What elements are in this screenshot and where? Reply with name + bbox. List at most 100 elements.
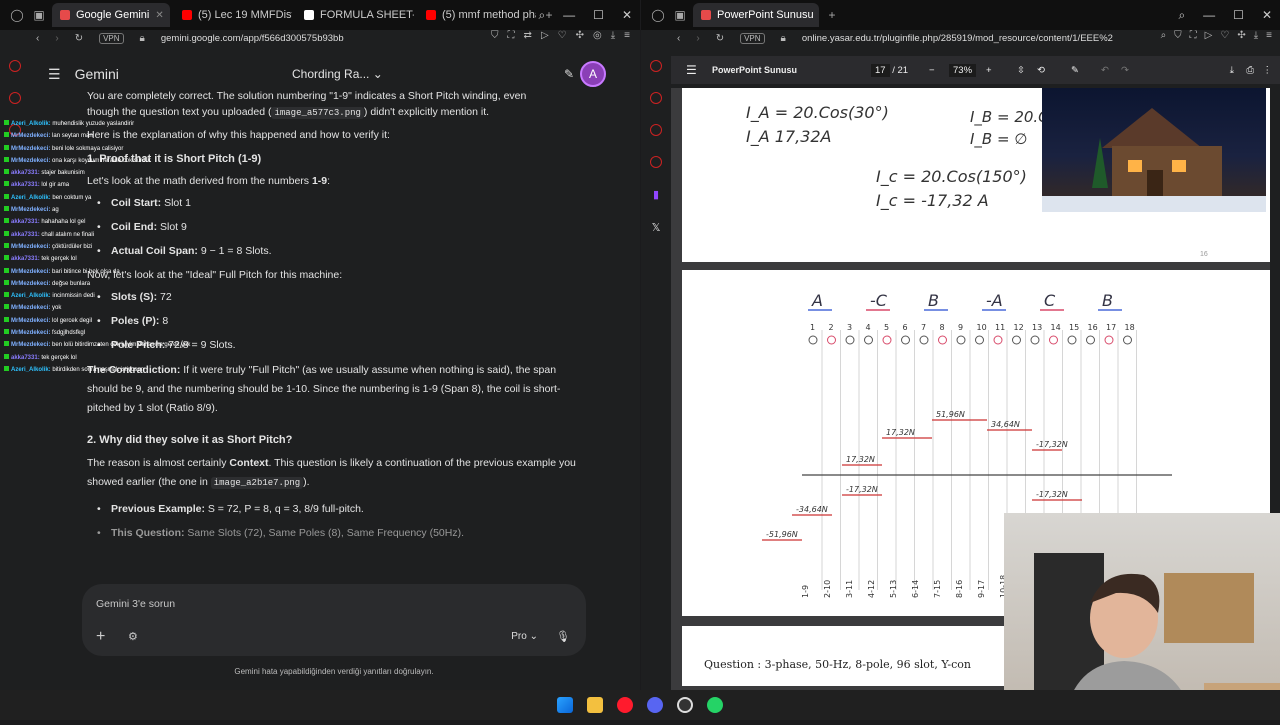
right-toolbar-icons: ⌕ ⛉ ⛶ ▷ ♡ ✣ ⤓ ≡: [1161, 30, 1272, 41]
hamburger-menu-icon[interactable]: ☰: [48, 66, 61, 83]
tab-youtube-lec19[interactable]: (5) Lec 19 MMFDistrib: [174, 3, 292, 27]
list-item: Coil End: Slot 9: [87, 219, 587, 235]
sidebar-shop-icon[interactable]: [650, 92, 662, 104]
question-text: Question : 3-phase, 50-Hz, 8-pole, 96 sl…: [704, 658, 971, 671]
add-attachment-icon[interactable]: +: [96, 628, 105, 646]
reload-icon[interactable]: ↻: [716, 33, 724, 44]
back-icon[interactable]: ‹: [36, 33, 39, 44]
mmf-value-label: -51,96N: [766, 530, 798, 539]
opera-taskbar-icon[interactable]: [617, 697, 633, 713]
menu-icon[interactable]: ≡: [1266, 30, 1272, 41]
zoom-out-icon[interactable]: −: [929, 65, 935, 76]
chat-text: ona karşı koydum heralde cok sürdür: [50, 157, 151, 164]
opera-logo-icon[interactable]: ◯: [8, 6, 26, 24]
extensions-icon[interactable]: ✣: [576, 30, 584, 41]
redo-icon[interactable]: ↷: [1121, 65, 1129, 76]
undo-icon[interactable]: ↶: [1101, 65, 1109, 76]
address-field[interactable]: online.yasar.edu.tr/pluginfile.php/28591…: [802, 33, 1113, 44]
annotate-icon[interactable]: ✎: [1071, 65, 1079, 76]
close-tab-icon[interactable]: ✕: [155, 10, 163, 21]
minimize-icon[interactable]: —: [563, 8, 575, 23]
conversation-title-dropdown[interactable]: Chording Ra... ⌄: [292, 67, 383, 81]
sidebar-messenger-icon[interactable]: [650, 60, 662, 72]
download-icon[interactable]: ⤓: [1254, 30, 1258, 41]
print-icon[interactable]: ⎙: [1246, 65, 1254, 76]
play-icon[interactable]: ▷: [1205, 30, 1213, 41]
sidebar-x-icon[interactable]: 𝕏: [652, 221, 661, 234]
tab-youtube-mmf[interactable]: (5) mmf method phas: [418, 3, 536, 27]
new-tab-icon[interactable]: +: [823, 6, 841, 24]
slot-conductor: [1104, 335, 1114, 345]
picture-in-picture-video[interactable]: [1042, 88, 1266, 212]
maximize-icon[interactable]: ☐: [1233, 8, 1244, 23]
fit-page-icon[interactable]: ⇳: [1017, 65, 1025, 76]
screenshot-icon[interactable]: ⛶: [1190, 30, 1197, 41]
gemini-browser-window: ◯ ▣ Google Gemini ✕ (5) Lec 19 MMFDistri…: [0, 0, 640, 690]
right-address-row: ‹ › ↻ VPN 🔒︎ online.yasar.edu.tr/pluginf…: [641, 30, 1280, 46]
chat-text: hahahaha lol gel: [39, 219, 86, 226]
more-options-icon[interactable]: ⋮: [1263, 65, 1273, 76]
rotate-icon[interactable]: ⟲: [1037, 65, 1045, 76]
forward-icon[interactable]: ›: [55, 33, 58, 44]
back-icon[interactable]: ‹: [677, 33, 680, 44]
sidebar-whatsapp-icon[interactable]: [650, 124, 662, 136]
download-icon[interactable]: ⤓: [611, 30, 615, 41]
bookmark-icon[interactable]: ⛉: [491, 30, 499, 41]
reload-icon[interactable]: ↻: [75, 33, 83, 44]
avatar[interactable]: A: [580, 61, 606, 87]
whatsapp-icon[interactable]: [707, 697, 723, 713]
response-text: ).: [303, 476, 310, 488]
bookmark-icon[interactable]: ⛉: [1174, 30, 1182, 41]
microphone-icon[interactable]: 🎙︎: [556, 630, 570, 643]
heart-icon[interactable]: ♡: [558, 30, 567, 41]
tab-google-gemini[interactable]: Google Gemini ✕: [52, 3, 170, 27]
screenshot-icon[interactable]: ⛶: [508, 30, 515, 41]
sidebar-shop-icon[interactable]: [9, 92, 21, 104]
windows-start-icon[interactable]: [557, 697, 573, 713]
workspaces-icon[interactable]: ▣: [30, 6, 48, 24]
workspaces-icon[interactable]: ▣: [671, 6, 689, 24]
zoom-level[interactable]: 73%: [949, 63, 977, 77]
profile-icon[interactable]: ◎: [593, 30, 602, 41]
download-pdf-icon[interactable]: ⤓: [1230, 65, 1234, 76]
translate-icon[interactable]: ⇄: [524, 30, 532, 41]
search-tabs-icon[interactable]: ⌕: [538, 8, 545, 23]
edit-chat-icon[interactable]: ✎: [564, 67, 574, 81]
heart-icon[interactable]: ♡: [1220, 30, 1229, 41]
play-icon[interactable]: ▷: [541, 30, 549, 41]
vpn-badge[interactable]: VPN: [99, 32, 124, 44]
prompt-input[interactable]: Gemini 3'e sorun: [96, 598, 175, 610]
discord-icon[interactable]: [647, 697, 663, 713]
sidebar-messenger-icon[interactable]: [9, 60, 21, 72]
minimize-icon[interactable]: —: [1203, 8, 1215, 23]
zoom-icon[interactable]: ⌕: [1161, 30, 1167, 41]
sidebar-twitch-icon[interactable]: ▮: [653, 188, 659, 201]
obs-icon[interactable]: [677, 697, 693, 713]
menu-icon[interactable]: ≡: [624, 30, 630, 41]
extensions-icon[interactable]: ✣: [1237, 30, 1245, 41]
bold-text: Context: [229, 457, 269, 469]
tab-label: PowerPoint Sunusu: [717, 9, 814, 21]
page-number-input[interactable]: 17: [871, 63, 890, 77]
mmf-value-label: -17,32N: [1036, 490, 1068, 499]
file-explorer-icon[interactable]: [587, 697, 603, 713]
coil-label: 1-9: [801, 585, 810, 598]
badge-icon: [4, 267, 9, 273]
forward-icon[interactable]: ›: [696, 33, 699, 44]
model-selector[interactable]: Pro ⌄: [511, 631, 538, 642]
slot-conductor: [901, 335, 910, 345]
opera-logo-icon[interactable]: ◯: [649, 6, 667, 24]
tab-powerpoint[interactable]: PowerPoint Sunusu ✕: [693, 3, 819, 27]
outline-menu-icon[interactable]: ☰: [686, 63, 697, 77]
maximize-icon[interactable]: ☐: [593, 8, 604, 23]
tools-icon[interactable]: ⚙︎: [128, 630, 138, 643]
address-field[interactable]: gemini.google.com/app/f566d300575b93bb: [161, 33, 344, 44]
zoom-in-icon[interactable]: +: [986, 65, 992, 76]
prompt-input-box[interactable]: Gemini 3'e sorun + ⚙︎ Pro ⌄ 🎙︎: [82, 584, 586, 656]
close-window-icon[interactable]: ✕: [622, 8, 632, 23]
close-window-icon[interactable]: ✕: [1262, 8, 1272, 23]
search-tabs-icon[interactable]: ⌕: [1178, 8, 1185, 23]
tab-formula-sheet[interactable]: FORMULA SHEET-V6: [296, 3, 414, 27]
sidebar-instagram-icon[interactable]: [650, 156, 662, 168]
vpn-badge[interactable]: VPN: [740, 32, 765, 44]
